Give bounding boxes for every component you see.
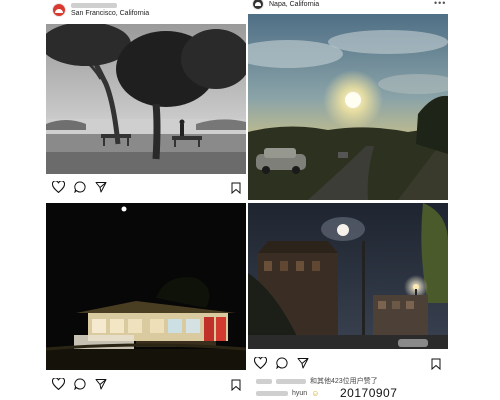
- date-stamp: 20170907: [340, 386, 398, 400]
- post-header: San Francisco, California: [52, 3, 149, 17]
- username-redacted[interactable]: [71, 3, 117, 8]
- likes-text[interactable]: 和其他423位用户赞了: [310, 376, 378, 386]
- heart-icon[interactable]: [254, 357, 267, 369]
- comment-icon[interactable]: [276, 357, 288, 369]
- send-icon[interactable]: [297, 357, 309, 369]
- heart-icon[interactable]: [52, 181, 65, 193]
- likes-line: 和其他423位用户赞了: [256, 376, 378, 386]
- post-image[interactable]: [46, 24, 246, 174]
- liker-username-redacted[interactable]: [256, 378, 272, 384]
- user-avatar[interactable]: [52, 3, 66, 17]
- post-actions: [52, 181, 107, 193]
- post-card-night-building: [44, 200, 248, 400]
- send-icon[interactable]: [95, 181, 107, 193]
- comment-username[interactable]: hyun: [292, 390, 307, 397]
- user-avatar[interactable]: [252, 0, 264, 10]
- post-card-napa: Napa, California •••: [248, 0, 452, 200]
- post-header: Napa, California: [252, 0, 319, 10]
- comment-icon[interactable]: [74, 181, 86, 193]
- liker-username-redacted[interactable]: [276, 378, 306, 384]
- bookmark-icon[interactable]: [431, 357, 441, 375]
- post-location[interactable]: San Francisco, California: [71, 10, 149, 17]
- commenter-username-redacted[interactable]: [256, 391, 288, 396]
- post-image[interactable]: [248, 203, 448, 349]
- more-icon[interactable]: •••: [434, 0, 446, 8]
- post-image[interactable]: [248, 14, 448, 200]
- comment-icon[interactable]: [74, 378, 86, 390]
- bookmark-icon[interactable]: [231, 181, 241, 199]
- smile-emoji-icon: ☺: [311, 389, 320, 398]
- comment-line: hyun ☺: [256, 389, 319, 398]
- send-icon[interactable]: [95, 378, 107, 390]
- post-card-night-street: 和其他423位用户赞了 hyun ☺ 20170907: [248, 200, 452, 400]
- heart-icon[interactable]: [52, 378, 65, 390]
- post-image[interactable]: [46, 203, 246, 370]
- bookmark-icon[interactable]: [231, 378, 241, 396]
- post-actions: [52, 378, 107, 390]
- post-location[interactable]: Napa, California: [269, 1, 319, 8]
- post-actions: [254, 357, 309, 369]
- post-card-san-francisco: San Francisco, California: [44, 0, 248, 200]
